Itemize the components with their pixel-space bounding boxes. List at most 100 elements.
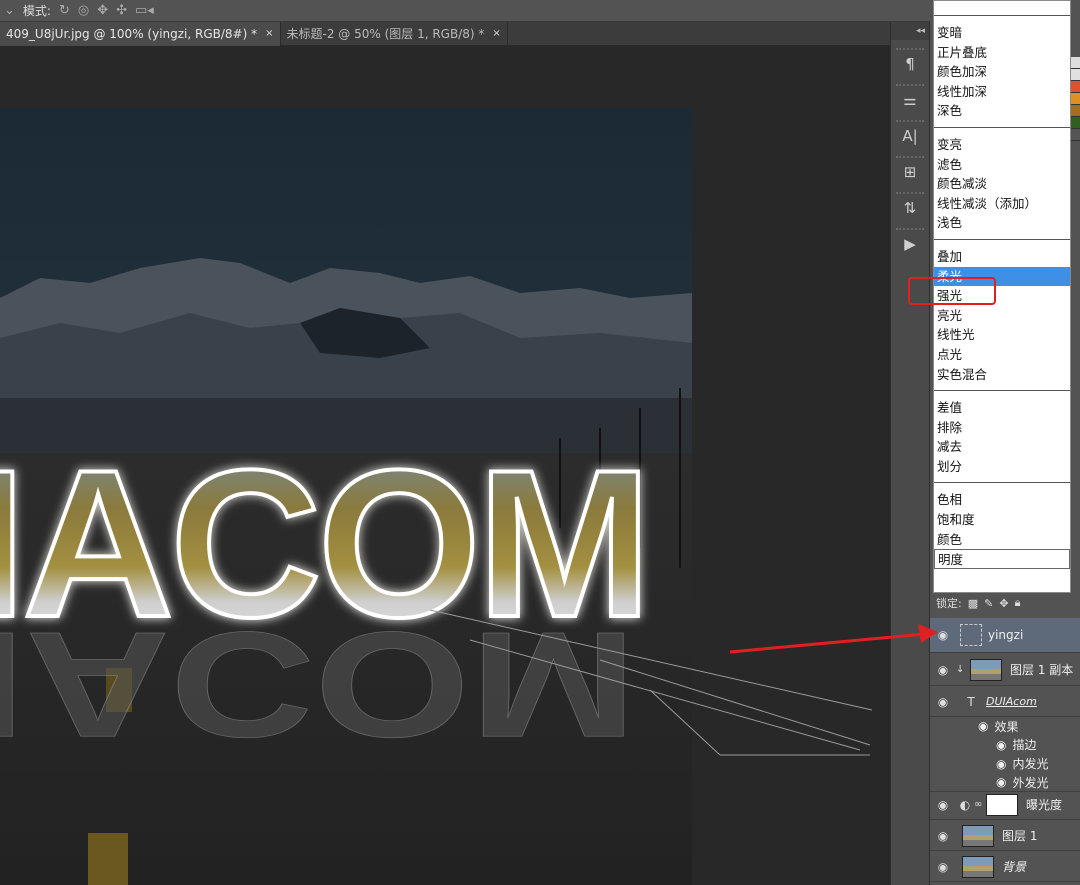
adjustment-icon: ◐	[959, 797, 971, 812]
layer-name: 图层 1	[1002, 829, 1038, 843]
properties-icon[interactable]: ⊞	[896, 156, 924, 184]
link-icon: ∞	[974, 799, 983, 810]
workspace: IACOM IACOM	[0, 46, 890, 885]
menu-item[interactable]: 线性减淡（添加）	[934, 194, 1070, 214]
eye-icon[interactable]: ◉	[996, 738, 1006, 752]
move-icon[interactable]: ✣	[116, 3, 127, 18]
menu-item[interactable]: 减去	[934, 437, 1070, 457]
collapse-icon[interactable]: ◂◂	[891, 22, 929, 40]
clip-arrow-icon: ↓	[956, 664, 965, 675]
layer-name: 背景	[1002, 860, 1027, 874]
menu-item[interactable]: 线性光	[934, 325, 1070, 345]
lock-label: 锁定:	[936, 597, 962, 610]
character-icon[interactable]: A|	[896, 120, 924, 148]
effect-row[interactable]: ◉ 描边	[930, 735, 1080, 754]
mask-thumbnail	[986, 793, 1018, 816]
title-text: IACOM	[0, 426, 648, 661]
tab-document-2[interactable]: 未标题-2 @ 50% (图层 1, RGB/8) * ×	[281, 22, 508, 46]
menu-item[interactable]: 实色混合	[934, 365, 1070, 385]
camera-icon[interactable]: ▭◂	[135, 3, 154, 18]
effect-label: 内发光	[1012, 757, 1049, 771]
menu-item[interactable]: 划分	[934, 457, 1070, 477]
menu-item[interactable]: 点光	[934, 345, 1070, 365]
close-icon[interactable]: ×	[492, 22, 500, 46]
menu-group-comparative: 差值 排除 减去 划分	[934, 391, 1070, 484]
menu-item[interactable]: 色相	[934, 490, 1070, 510]
rotate-icon[interactable]: ◎	[78, 3, 89, 18]
menu-group-darken: 变暗 正片叠底 颜色加深 线性加深 深色	[934, 16, 1070, 128]
color-swatches[interactable]	[1070, 57, 1080, 141]
chevron-down-icon[interactable]: ⌄	[4, 3, 15, 18]
menu-item[interactable]: 正片叠底	[934, 43, 1070, 63]
tab-label: 未标题-2 @ 50% (图层 1, RGB/8) *	[286, 27, 485, 41]
layer-thumbnail	[962, 855, 994, 878]
layer-thumbnail	[970, 658, 1002, 681]
eye-icon[interactable]: ◉	[930, 663, 956, 677]
layer-row[interactable]: ◉ yingzi	[930, 618, 1080, 653]
tab-document-1[interactable]: 409_U8jUr.jpg @ 100% (yingzi, RGB/8#) * …	[0, 22, 281, 46]
menu-group-lighten: 变亮 滤色 颜色减淡 线性减淡（添加） 浅色	[934, 128, 1070, 240]
menu-item[interactable]: 滤色	[934, 155, 1070, 175]
lock-row: 锁定: ▩ ✎ ✥ 🔒︎	[933, 593, 1080, 613]
paragraph-icon[interactable]: ¶	[896, 48, 924, 76]
menu-item[interactable]: 深色	[934, 101, 1070, 121]
menu-item[interactable]: 颜色	[934, 530, 1070, 550]
menu-group-normal	[934, 1, 1070, 16]
eye-icon[interactable]: ◉	[930, 798, 956, 812]
menu-group-contrast: 叠加 柔光 强光 亮光 线性光 点光 实色混合	[934, 240, 1070, 392]
document-tabs: 409_U8jUr.jpg @ 100% (yingzi, RGB/8#) * …	[0, 22, 890, 46]
lock-all-icon[interactable]: 🔒︎	[1015, 596, 1021, 610]
lock-brush-icon[interactable]: ✎	[984, 597, 993, 610]
effect-label: 描边	[1012, 738, 1037, 752]
canvas-artwork: IACOM IACOM	[0, 108, 692, 885]
options-bar: ⌄ 模式: ↻ ◎ ✥ ✣ ▭◂	[0, 0, 930, 22]
layers-panel: ◉ yingzi ◉ ↓ 图层 1 副本 ◉ T DUIAcom ◉ 效果 ◉ …	[930, 618, 1080, 885]
adjustments-icon[interactable]: ⚌	[896, 84, 924, 112]
annotation-highlight-box	[908, 277, 996, 305]
menu-item[interactable]: 叠加	[934, 247, 1070, 267]
effects-row[interactable]: ◉ 效果	[930, 717, 1080, 735]
menu-item[interactable]: 变暗	[934, 23, 1070, 43]
text-layer-icon: T	[967, 694, 975, 709]
eye-icon[interactable]: ◉	[996, 757, 1006, 771]
menu-item[interactable]: 变亮	[934, 135, 1070, 155]
eye-icon[interactable]: ◉	[996, 775, 1006, 789]
eye-icon[interactable]: ◉	[930, 860, 956, 874]
layer-row[interactable]: ◉ T DUIAcom	[930, 687, 1080, 717]
tab-label: 409_U8jUr.jpg @ 100% (yingzi, RGB/8#) *	[6, 27, 258, 41]
effect-label: 外发光	[1012, 775, 1049, 790]
layer-name: 图层 1 副本	[1010, 663, 1074, 677]
menu-item[interactable]: 浅色	[934, 213, 1070, 233]
pan-icon[interactable]: ✥	[97, 3, 108, 18]
mode-label: 模式:	[22, 4, 51, 18]
layer-name: 曝光度	[1026, 798, 1063, 812]
eye-icon[interactable]: ◉	[930, 628, 956, 642]
eye-icon[interactable]: ◉	[930, 695, 956, 709]
layer-row[interactable]: ◉ 图层 1	[930, 821, 1080, 851]
lock-transparent-icon[interactable]: ▩	[968, 597, 978, 610]
document-canvas[interactable]: IACOM IACOM	[0, 108, 692, 885]
layer-thumbnail	[962, 824, 994, 847]
smart-object-icon	[960, 624, 982, 646]
menu-item[interactable]: 颜色减淡	[934, 174, 1070, 194]
lock-move-icon[interactable]: ✥	[999, 597, 1008, 610]
panel-dock-strip: ◂◂ ¶ ⚌ A| ⊞ ⇅ ▶	[890, 22, 930, 885]
menu-item[interactable]: 排除	[934, 418, 1070, 438]
lasso-icon[interactable]: ↻	[59, 3, 70, 18]
actions-play-icon[interactable]: ▶	[896, 228, 924, 256]
eye-icon[interactable]: ◉	[978, 719, 988, 733]
menu-item[interactable]: 亮光	[934, 306, 1070, 326]
layer-row[interactable]: ◉ 背景	[930, 852, 1080, 882]
history-icon[interactable]: ⇅	[896, 192, 924, 220]
close-icon[interactable]: ×	[265, 22, 273, 46]
menu-item[interactable]: 线性加深	[934, 82, 1070, 102]
layer-name: DUIAcom	[986, 695, 1037, 708]
menu-item-current[interactable]: 明度	[934, 549, 1070, 569]
layer-row[interactable]: ◉ ↓ 图层 1 副本	[930, 654, 1080, 686]
menu-item[interactable]: 差值	[934, 398, 1070, 418]
menu-item[interactable]: 饱和度	[934, 510, 1070, 530]
layer-row[interactable]: ◉ ◐ ∞ 曝光度	[930, 790, 1080, 820]
effect-row[interactable]: ◉ 内发光	[930, 754, 1080, 773]
eye-icon[interactable]: ◉	[930, 829, 956, 843]
menu-item[interactable]: 颜色加深	[934, 62, 1070, 82]
